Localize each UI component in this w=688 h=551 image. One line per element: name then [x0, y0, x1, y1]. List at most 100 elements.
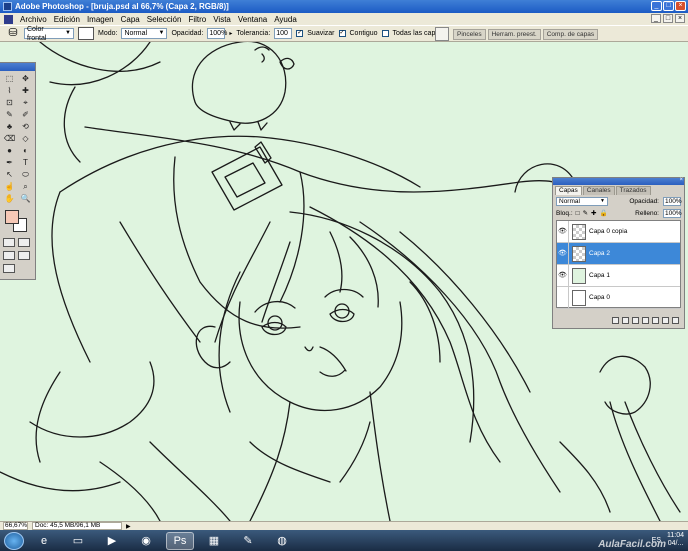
opacity-input[interactable]: 100% [207, 28, 227, 39]
maximize-button[interactable]: □ [663, 1, 674, 11]
antialias-checkbox[interactable]: ✓ [296, 30, 304, 37]
menu-edicion[interactable]: Edición [54, 15, 80, 24]
menu-ayuda[interactable]: Ayuda [274, 15, 297, 24]
drawing-app-icon[interactable]: ✎ [234, 532, 262, 550]
notes-tool-icon[interactable]: ☝ [2, 181, 17, 192]
standard-mode-icon[interactable] [3, 238, 15, 247]
start-button[interactable] [4, 531, 24, 550]
contiguous-checkbox[interactable]: ✓ [338, 30, 346, 37]
all-layers-checkbox[interactable] [381, 30, 389, 37]
zoom-level[interactable]: 66,67% [3, 522, 28, 530]
history-brush-tool-icon[interactable]: ⟲ [18, 121, 33, 132]
foreground-color[interactable] [5, 210, 19, 224]
tab-trazados[interactable]: Trazados [615, 186, 651, 195]
marquee-tool-icon[interactable]: ⬚ [2, 73, 17, 84]
close-button[interactable]: × [675, 1, 686, 11]
trash-icon[interactable] [672, 317, 679, 324]
fill-source-select[interactable]: Color frontal ▼ [24, 26, 74, 42]
magic-wand-tool-icon[interactable]: ✚ [18, 85, 33, 96]
layer-row[interactable]: 👁 Capa 0 copia [557, 220, 680, 243]
brush-tool-icon[interactable]: ✐ [18, 109, 33, 120]
zoom-tool-icon[interactable]: 🔍 [18, 193, 33, 204]
move-tool-icon[interactable]: ✥ [18, 73, 33, 84]
menu-filtro[interactable]: Filtro [188, 15, 206, 24]
doc-restore-button[interactable]: □ [663, 14, 673, 23]
menu-archivo[interactable]: Archivo [20, 15, 47, 24]
eraser-tool-icon[interactable]: ⌫ [2, 133, 17, 144]
tab-herram-preest[interactable]: Herram. preest. [487, 29, 541, 40]
media-player-icon[interactable]: ▶ [98, 532, 126, 550]
layer-style-icon[interactable] [622, 317, 629, 324]
eye-icon[interactable]: 👁 [557, 264, 569, 287]
crop-tool-icon[interactable]: ⊡ [2, 97, 17, 108]
menu-vista[interactable]: Vista [213, 15, 231, 24]
screen-mode-full-icon[interactable] [18, 251, 30, 260]
layer-opacity-input[interactable]: 100% [663, 196, 682, 206]
screen-mode-standard-icon[interactable] [3, 251, 15, 260]
stamp-tool-icon[interactable]: ♣ [2, 121, 17, 132]
paint-bucket-icon[interactable]: ⛁ [6, 27, 20, 40]
blur-tool-icon[interactable]: ● [2, 145, 17, 156]
eye-hidden-icon[interactable] [557, 286, 569, 309]
layer-name: Capa 1 [589, 272, 610, 279]
clock[interactable]: 11:04 04/... [667, 532, 684, 548]
tab-comp-capas[interactable]: Comp. de capas [542, 29, 599, 40]
close-icon[interactable]: × [679, 177, 683, 183]
chrome-icon[interactable]: ◍ [268, 532, 296, 550]
mode-select[interactable]: Normal ▼ [121, 28, 168, 39]
palette-well-icon[interactable] [435, 27, 449, 41]
healing-tool-icon[interactable]: ✎ [2, 109, 17, 120]
folder-icon[interactable]: ▭ [64, 532, 92, 550]
app-icon[interactable]: ◉ [132, 532, 160, 550]
eye-icon[interactable]: 👁 [557, 220, 569, 243]
new-layer-icon[interactable] [662, 317, 669, 324]
tab-pinceles[interactable]: Pinceles [453, 29, 486, 40]
eyedropper-tool-icon[interactable]: ⌕ [18, 181, 33, 192]
pattern-swatch[interactable] [78, 27, 94, 40]
status-menu-arrow-icon[interactable]: ▶ [126, 523, 131, 530]
lock-position-icon[interactable]: ✚ [591, 209, 596, 217]
menu-ventana[interactable]: Ventana [238, 15, 267, 24]
menu-capa[interactable]: Capa [121, 15, 140, 24]
type-tool-icon[interactable]: T [18, 157, 33, 168]
fill-input[interactable]: 100% [663, 208, 682, 218]
path-select-tool-icon[interactable]: ↖ [2, 169, 17, 180]
layers-panel-header[interactable]: × [553, 177, 684, 185]
pen-tool-icon[interactable]: ✒ [2, 157, 17, 168]
opacity-arrow[interactable]: ▸ [229, 30, 232, 37]
quick-mask-icon[interactable] [18, 238, 30, 247]
link-layers-icon[interactable] [612, 317, 619, 324]
lasso-tool-icon[interactable]: ⌇ [2, 85, 17, 96]
jump-to-imageready-icon[interactable] [3, 264, 15, 273]
lock-pixels-icon[interactable]: ✎ [583, 209, 588, 217]
photoshop-taskbar-icon[interactable]: Ps [166, 531, 194, 550]
new-group-icon[interactable] [652, 317, 659, 324]
explorer-icon[interactable]: ▦ [200, 532, 228, 550]
doc-minimize-button[interactable]: _ [651, 14, 661, 23]
menu-seleccion[interactable]: Selección [147, 15, 182, 24]
status-bar: 66,67% Doc: 45,5 MB/96,1 MB ▶ [0, 521, 688, 530]
eye-icon[interactable]: 👁 [557, 242, 569, 265]
gradient-tool-icon[interactable]: ◇ [18, 133, 33, 144]
layer-row[interactable]: 👁 Capa 1 [557, 264, 680, 287]
menu-imagen[interactable]: Imagen [87, 15, 114, 24]
blend-mode-select[interactable]: Normal ▼ [556, 196, 608, 206]
document-icon[interactable] [4, 14, 13, 24]
doc-close-button[interactable]: × [675, 14, 685, 23]
ie-icon[interactable]: e [30, 532, 58, 550]
slice-tool-icon[interactable]: ⌖ [18, 97, 33, 108]
tolerance-input[interactable]: 100 [274, 28, 293, 39]
toolbox-header[interactable] [0, 63, 35, 71]
adjustment-layer-icon[interactable] [642, 317, 649, 324]
layer-row[interactable]: Capa 0 [557, 286, 680, 309]
layer-mask-icon[interactable] [632, 317, 639, 324]
hand-tool-icon[interactable]: ✋ [2, 193, 17, 204]
lock-transparency-icon[interactable]: □ [576, 210, 580, 217]
dodge-tool-icon[interactable]: ◐ [18, 145, 33, 156]
lock-all-icon[interactable]: 🔒 [599, 209, 607, 217]
minimize-button[interactable]: _ [651, 1, 662, 11]
tab-capas[interactable]: Capas [555, 186, 582, 195]
layer-row[interactable]: 👁 Capa 2 [557, 242, 680, 265]
tab-canales[interactable]: Canales [582, 186, 615, 195]
shape-tool-icon[interactable]: ⬭ [18, 169, 33, 180]
